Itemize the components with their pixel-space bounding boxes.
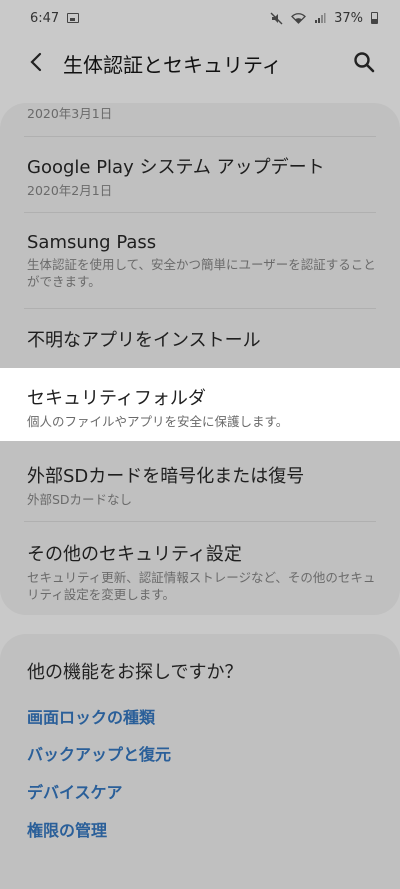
item-title: 外部SDカードを暗号化または復号 [27,466,305,487]
list-item-other-security-settings[interactable]: その他のセキュリティ設定 セキュリティ更新、認証情報ストレージなど、その他のセキ… [27,540,376,603]
section-title: 他の機能をお探しですか？ [27,662,243,683]
item-subtitle: 生体認証を使用して、安全かつ簡単にユーザーを認証することができます。 [27,257,376,289]
item-subtitle: 2020年2月1日 [27,183,113,198]
looking-for-other-features-card: 他の機能をお探しですか？ 画面ロックの種類 バックアップと復元 デバイスケア 権… [0,634,400,889]
previous-item-subtitle: 2020年3月1日 [27,106,113,121]
link-permission-manager[interactable]: 権限の管理 [27,817,107,841]
item-title: 不明なアプリをインストール [27,330,261,351]
link-backup-restore[interactable]: バックアップと復元 [27,741,171,765]
divider [24,308,376,309]
app-bar: 生体認証とセキュリティ [0,36,400,88]
item-title: Samsung Pass [27,232,157,253]
item-subtitle: セキュリティ更新、認証情報ストレージなど、その他のセキュリティ設定を変更します。 [27,570,376,602]
battery-percent: 37% [334,10,363,26]
page-title: 生体認証とセキュリティ [63,53,282,77]
status-time: 6:47 [30,10,60,26]
item-title: セキュリティフォルダ [27,388,206,409]
link-device-care[interactable]: デバイスケア [27,779,123,803]
divider [24,136,376,137]
back-arrow-icon[interactable] [24,50,48,74]
divider [24,521,376,522]
battery-icon [371,12,378,24]
list-item-samsung-pass[interactable]: Samsung Pass 生体認証を使用して、安全かつ簡単にユーザーを認証するこ… [27,232,376,290]
search-icon[interactable] [350,48,378,76]
list-item-encrypt-sd-card[interactable]: 外部SDカードを暗号化または復号 外部SDカードなし [27,462,376,508]
status-bar: 6:47 37% [0,0,400,36]
image-notification-icon [67,13,80,23]
mute-icon [270,12,283,24]
signal-icon [315,13,326,23]
highlighted-row: セキュリティフォルダ 個人のファイルやアプリを安全に保護します。 [0,368,400,441]
wifi-icon [291,13,307,24]
item-title: その他のセキュリティ設定 [27,544,242,565]
list-item-install-unknown-apps[interactable]: 不明なアプリをインストール [27,326,376,352]
divider [24,212,376,213]
item-title: Google Play システム アップデート [27,157,325,178]
link-screen-lock-type[interactable]: 画面ロックの種類 [27,704,155,728]
item-subtitle: 個人のファイルやアプリを安全に保護します。 [27,414,289,429]
list-item-google-play-update[interactable]: Google Play システム アップデート 2020年2月1日 [27,153,376,199]
list-item-secure-folder[interactable]: セキュリティフォルダ 個人のファイルやアプリを安全に保護します。 [27,384,376,430]
item-subtitle: 外部SDカードなし [27,492,133,507]
